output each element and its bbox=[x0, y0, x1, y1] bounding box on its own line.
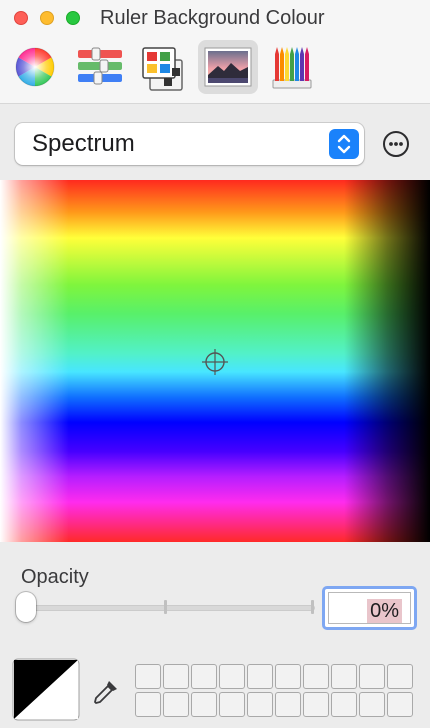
empty-swatch[interactable] bbox=[219, 692, 245, 717]
opacity-slider-tick bbox=[311, 600, 314, 614]
empty-swatch[interactable] bbox=[219, 664, 245, 689]
opacity-slider-track[interactable] bbox=[23, 605, 315, 611]
opacity-value: 0% bbox=[367, 599, 402, 623]
empty-swatch[interactable] bbox=[387, 664, 413, 689]
pencils-icon bbox=[272, 47, 312, 89]
colour-sliders-tool[interactable] bbox=[70, 40, 130, 94]
eyedropper-button[interactable] bbox=[90, 676, 122, 708]
colour-palettes-tool[interactable] bbox=[134, 40, 194, 94]
colour-spectrum[interactable] bbox=[0, 180, 430, 542]
zoom-button[interactable] bbox=[66, 11, 80, 25]
close-button[interactable] bbox=[14, 11, 28, 25]
empty-swatch[interactable] bbox=[275, 664, 301, 689]
empty-swatch[interactable] bbox=[163, 692, 189, 717]
opacity-label: Opacity bbox=[21, 566, 89, 588]
image-palettes-icon bbox=[204, 47, 252, 87]
empty-swatch[interactable] bbox=[387, 692, 413, 717]
opacity-slider-tick bbox=[164, 600, 167, 614]
sliders-icon bbox=[78, 47, 122, 85]
pencils-tool[interactable] bbox=[262, 40, 322, 94]
colour-well-swatch bbox=[12, 658, 80, 721]
empty-swatch[interactable] bbox=[331, 664, 357, 689]
opacity-slider-knob[interactable] bbox=[16, 592, 36, 622]
palettes-icon bbox=[142, 47, 183, 91]
window-title: Ruler Background Colour bbox=[100, 7, 325, 29]
minimize-button[interactable] bbox=[40, 11, 54, 25]
empty-swatch[interactable] bbox=[135, 664, 161, 689]
empty-swatch[interactable] bbox=[247, 664, 273, 689]
picker-mode-popup[interactable]: Spectrum bbox=[15, 123, 364, 165]
empty-swatch[interactable] bbox=[303, 692, 329, 717]
crosshair-icon[interactable] bbox=[201, 348, 229, 376]
opacity-value-field[interactable]: 0% bbox=[322, 586, 417, 630]
opacity-field-inner: 0% bbox=[328, 592, 411, 624]
empty-swatch[interactable] bbox=[303, 664, 329, 689]
empty-swatch[interactable] bbox=[191, 664, 217, 689]
empty-swatch[interactable] bbox=[191, 692, 217, 717]
colour-wheel-tool[interactable] bbox=[6, 40, 66, 94]
empty-swatch[interactable] bbox=[247, 692, 273, 717]
ellipsis-circle-icon bbox=[383, 131, 409, 157]
colour-wheel-icon bbox=[15, 47, 55, 87]
image-palettes-tool[interactable] bbox=[198, 40, 258, 94]
empty-swatch[interactable] bbox=[331, 692, 357, 717]
popup-stepper-arrows[interactable] bbox=[329, 129, 359, 159]
empty-swatch[interactable] bbox=[359, 692, 385, 717]
more-options-button[interactable] bbox=[382, 130, 410, 158]
eyedropper-icon bbox=[94, 681, 117, 704]
empty-swatch[interactable] bbox=[359, 664, 385, 689]
empty-swatch[interactable] bbox=[163, 664, 189, 689]
empty-swatch[interactable] bbox=[135, 692, 161, 717]
custom-swatches-grid bbox=[135, 664, 415, 718]
current-colour-well[interactable] bbox=[12, 658, 80, 721]
title-bar: Ruler Background Colour bbox=[0, 0, 430, 104]
chevron-up-down-icon bbox=[337, 134, 351, 154]
picker-mode-label: Spectrum bbox=[32, 130, 135, 157]
empty-swatch[interactable] bbox=[275, 692, 301, 717]
